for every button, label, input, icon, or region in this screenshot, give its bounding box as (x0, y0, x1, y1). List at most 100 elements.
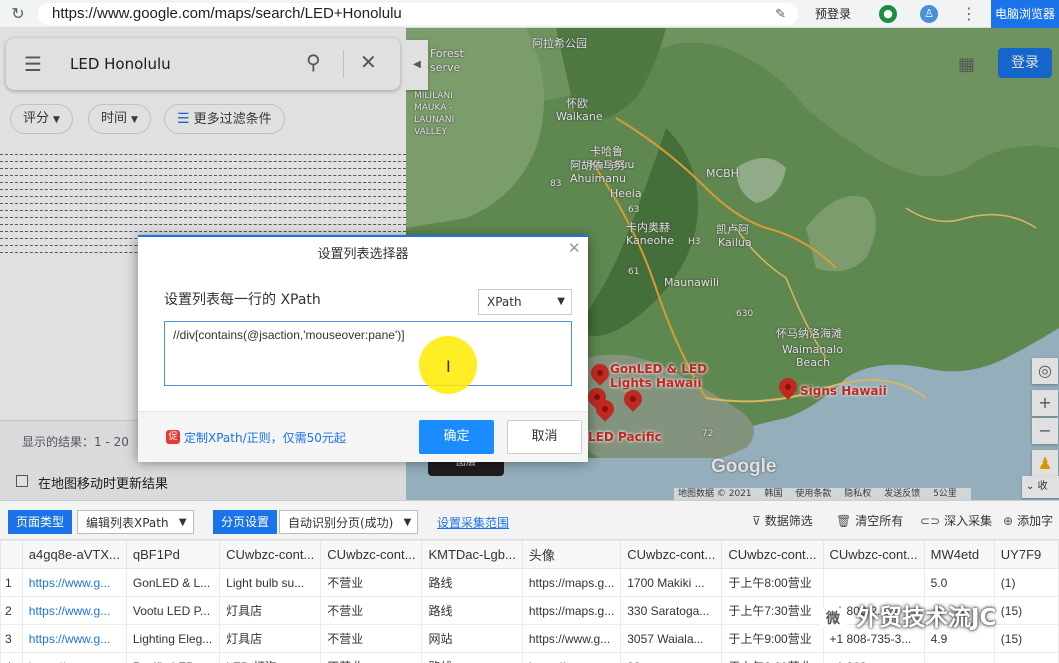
table-cell: 不营业 (320, 596, 423, 625)
column-header[interactable]: CUwbzc-cont... (219, 540, 322, 569)
filter-button[interactable]: ⊽ 数据筛选 (752, 512, 813, 529)
watermark: 微外贸技术流JC (818, 598, 996, 632)
table-cell: 网站 (421, 624, 523, 653)
table-cell: 于上午8:00营业 (721, 652, 824, 663)
column-header[interactable]: CUwbzc-cont... (620, 540, 723, 569)
table-cell (993, 652, 1059, 663)
table-header-row: a4gq8e-aVTX... qBF1Pd CUwbzc-cont... CUwbzc… (0, 540, 1059, 569)
address-bar[interactable]: https://www.google.com/maps/search/LED+H… (38, 3, 798, 25)
clear-all-label: 清空所有 (855, 514, 904, 528)
page-type-label: 页面类型 (8, 510, 73, 534)
text-cursor-icon: I (446, 357, 451, 376)
table-cell: 3 (0, 624, 23, 653)
filter-label: 数据筛选 (764, 514, 813, 528)
column-header[interactable]: a4gq8e-aVTX... (21, 540, 127, 569)
table-cell: 不营业 (320, 652, 423, 663)
more-menu-icon[interactable]: ⋮ (961, 4, 977, 23)
paging-select[interactable]: 自动识别分页(成功) ▼ (279, 510, 419, 534)
add-field-label: 添加字 (1017, 514, 1054, 528)
promo-link[interactable]: 定制XPath/正则，仅需50元起 (184, 429, 346, 446)
dialog-title: 设置列表选择器 (317, 247, 409, 262)
table-cell: https://maps.g... (521, 652, 622, 663)
table-cell: 1700 Makiki ... (620, 568, 723, 597)
reload-icon[interactable]: ↻ (8, 4, 28, 24)
table-cell: Pacific LED ... (125, 652, 221, 663)
column-header[interactable]: MW4etd (923, 540, 995, 569)
column-header[interactable]: UY7F9 (993, 540, 1059, 569)
column-header[interactable]: CUwbzc-cont... (721, 540, 824, 569)
column-header[interactable] (0, 540, 23, 569)
column-header[interactable]: KMTDac-Lgb... (421, 540, 523, 569)
cancel-button[interactable]: 取消 (507, 420, 582, 454)
prelogin-button[interactable]: 预登录 (815, 5, 851, 22)
deep-scrape-button[interactable]: ⊂⊃ 深入采集 (920, 512, 992, 529)
chevron-down-icon: ▼ (557, 296, 565, 307)
table-cell: 4 (0, 652, 23, 663)
table-cell: 灯具店 (219, 624, 322, 653)
table-cell: LED 灯泡 (219, 652, 322, 663)
table-cell: 5.0 (923, 568, 995, 597)
table-cell: https://maps.g... (521, 596, 622, 625)
table-cell: https://www.g... (21, 652, 127, 663)
trash-icon: 🗑 (836, 514, 852, 528)
edit-icon[interactable]: ✎ (775, 3, 786, 25)
selector-mode-select[interactable]: XPath ▼ (478, 289, 572, 315)
scraper-toolbar: 页面类型 编辑列表XPath ▼ 分页设置 自动识别分页(成功) ▼ 设置采集范… (0, 500, 1059, 540)
watermark-text: 外贸技术流JC (856, 605, 997, 631)
paging-value: 自动识别分页(成功) (288, 516, 394, 530)
add-icon: ⊕ (1003, 514, 1014, 528)
table-cell: 1 (0, 568, 23, 597)
column-header[interactable]: 头像 (521, 540, 622, 569)
table-cell: https://www.g... (21, 596, 127, 625)
table-cell: 于上午8:00营业 (721, 568, 824, 597)
clear-all-button[interactable]: 🗑 清空所有 (836, 512, 903, 529)
page-type-select[interactable]: 编辑列表XPath ▼ (77, 510, 194, 534)
extension-icon-2[interactable]: ♙ (920, 5, 938, 23)
add-field-button[interactable]: ⊕ 添加字 (1003, 512, 1053, 529)
table-cell: (1) (993, 568, 1059, 597)
page-type-value: 编辑列表XPath (86, 516, 169, 530)
extension-icon[interactable]: ● (879, 5, 897, 23)
wechat-icon: 微 (818, 605, 848, 632)
table-cell: https://www.g... (521, 624, 622, 653)
selector-mode-value: XPath (487, 295, 522, 309)
table-cell: 灯具店 (219, 596, 322, 625)
table-cell: 不营业 (320, 568, 423, 597)
chevron-down-icon: ▼ (403, 517, 412, 528)
chevron-down-icon: ▼ (178, 517, 187, 528)
table-cell: Vootu LED P... (125, 596, 221, 625)
table-cell: (15) (993, 596, 1059, 625)
paging-label: 分页设置 (213, 510, 278, 534)
xpath-prompt: 设置列表每一行的 XPath (164, 292, 321, 308)
table-cell: 路线 (421, 568, 523, 597)
table-cell: 于上午9:00营业 (721, 624, 824, 653)
set-range-link[interactable]: 设置采集范围 (437, 514, 509, 531)
table-cell: 98-... (620, 652, 723, 663)
browser-toolbar: ↻ https://www.google.com/maps/search/LED… (0, 0, 1059, 28)
column-header[interactable]: CUwbzc-cont... (320, 540, 423, 569)
table-row[interactable]: 4https://www.g...Pacific LED ...LED 灯泡不营… (0, 652, 1059, 663)
table-row[interactable]: 1 https://www.g... GonLED & L... Light bulb… (0, 568, 1059, 597)
xpath-textarea[interactable]: //div[contains(@jsaction,'mouseover:pane… (164, 321, 572, 386)
table-cell: https://maps.g... (521, 568, 622, 597)
table-cell: 于上午7:30营业 (721, 596, 824, 625)
table-cell: Light bulb su... (219, 568, 322, 597)
table-cell: 路线 (421, 652, 523, 663)
table-cell: https://www.g... (21, 568, 127, 597)
table-cell: Lighting Eleg... (125, 624, 221, 653)
column-header[interactable]: qBF1Pd (125, 540, 221, 569)
filter-icon: ⊽ (752, 514, 761, 528)
confirm-button[interactable]: 确定 (419, 420, 494, 454)
table-cell: 3057 Waiala... (620, 624, 723, 653)
column-header[interactable]: CUwbzc-cont... (822, 540, 925, 569)
pc-browser-button[interactable]: 电脑浏览器 (991, 0, 1059, 28)
table-cell: +1 808-... (822, 652, 925, 663)
table-cell: 2 (0, 596, 23, 625)
close-icon[interactable]: ✕ (568, 239, 581, 257)
dialog-footer: 促 定制XPath/正则，仅需50元起 确定 取消 (138, 411, 588, 462)
list-selector-dialog: 设置列表选择器 ✕ 设置列表每一行的 XPath XPath ▼ //div[c… (138, 235, 588, 462)
table-cell: (15) (993, 624, 1059, 653)
table-cell (822, 568, 925, 597)
deep-scrape-label: 深入采集 (944, 514, 993, 528)
link-icon: ⊂⊃ (920, 514, 941, 528)
